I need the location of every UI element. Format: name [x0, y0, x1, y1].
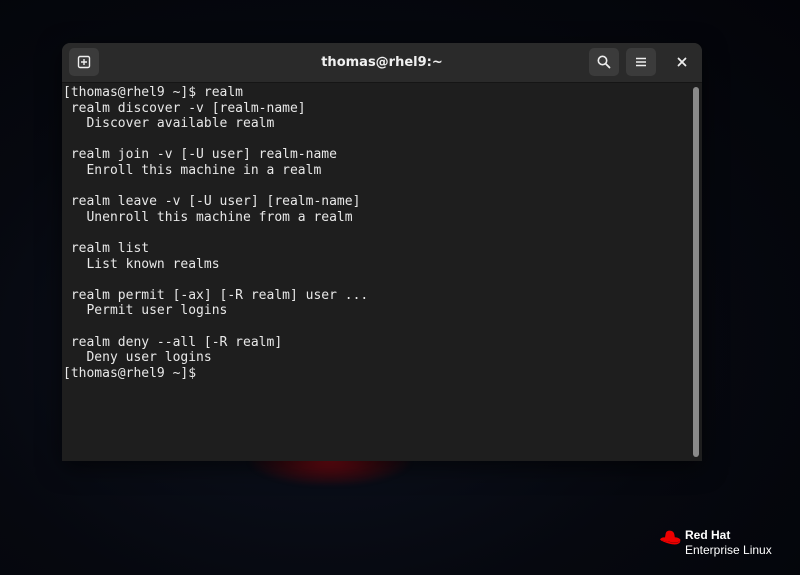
hamburger-menu-icon [636, 57, 646, 67]
red-hat-logo-icon [660, 530, 681, 545]
scrollbar[interactable] [690, 83, 702, 461]
terminal-output[interactable]: [thomas@rhel9 ~]$ realm realm discover -… [62, 83, 690, 461]
red-hat-enterprise-linux-logo: Red Hat Enterprise Linux [658, 528, 800, 562]
terminal-prompt-line[interactable]: [thomas@rhel9 ~]$ [63, 366, 690, 382]
header-bar[interactable]: thomas@rhel9:~ [62, 43, 702, 83]
terminal-line: realm discover -v [realm-name] [63, 100, 306, 116]
brand-name: Red Hat [685, 528, 731, 542]
terminal-line: realm deny --all [-R realm] [63, 334, 283, 350]
terminal-line: realm permit [-ax] [-R realm] user ... [63, 287, 369, 303]
search-icon [597, 55, 611, 69]
terminal-line: realm join -v [-U user] realm-name [63, 147, 337, 163]
scrollbar-thumb[interactable] [693, 87, 699, 457]
terminal-line: [thomas@rhel9 ~]$ realm [63, 85, 244, 100]
terminal-line: Discover available realm [63, 116, 275, 132]
terminal-line: realm list [63, 240, 150, 256]
terminal-line: realm leave -v [-U user] [realm-name] [63, 194, 361, 210]
terminal-line: Deny user logins [63, 350, 212, 366]
search-button[interactable] [589, 48, 619, 76]
terminal-window[interactable]: thomas@rhel9:~ [thomas@rhel9 ~]$ realm r… [62, 43, 702, 461]
terminal-line: Unenroll this machine from a realm [63, 209, 353, 225]
terminal-line: Permit user logins [63, 303, 228, 319]
terminal-line: List known realms [63, 256, 220, 272]
new-tab-button[interactable] [69, 48, 99, 76]
brand-product: Enterprise Linux [685, 543, 772, 557]
close-icon [677, 57, 687, 67]
terminal-line: Enroll this machine in a realm [63, 162, 322, 178]
new-tab-icon [77, 55, 91, 69]
close-button[interactable] [667, 48, 697, 76]
menu-button[interactable] [626, 48, 656, 76]
